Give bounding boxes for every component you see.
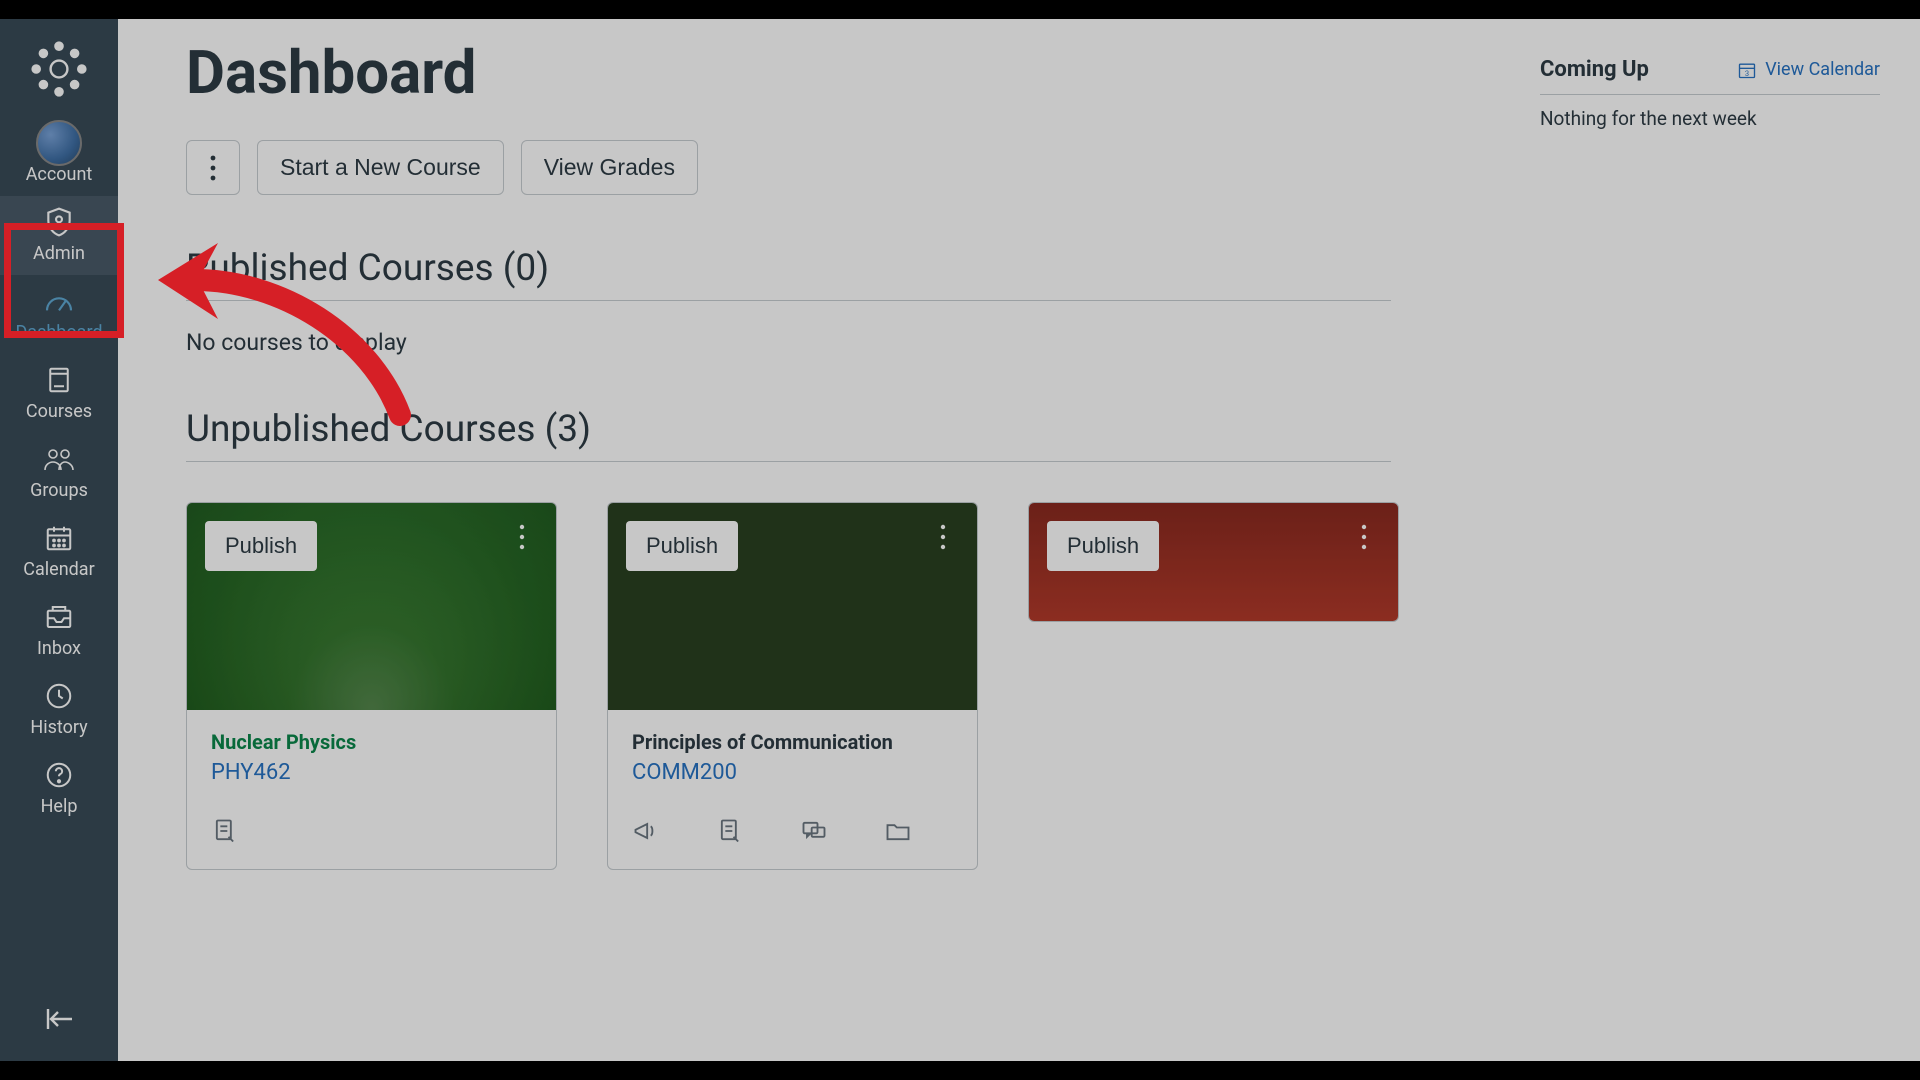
nav-inbox[interactable]: Inbox: [0, 591, 118, 670]
clock-icon: [44, 681, 74, 711]
nav-groups-label: Groups: [30, 480, 88, 501]
publish-button[interactable]: Publish: [626, 521, 738, 571]
nav-inbox-label: Inbox: [37, 638, 81, 659]
unpublished-courses-heading: Unpublished Courses (3): [186, 408, 1920, 451]
letterbox-bottom: [0, 1061, 1920, 1080]
nav-account-label: Account: [26, 164, 93, 185]
svg-text:3: 3: [1745, 68, 1749, 77]
nav-admin[interactable]: Admin: [0, 196, 118, 275]
course-card[interactable]: Publish Principles of Communication COMM…: [607, 502, 978, 870]
nav-collapse[interactable]: [0, 993, 118, 1049]
book-icon: [44, 365, 74, 395]
more-vertical-icon: [518, 523, 526, 551]
course-code[interactable]: PHY462: [211, 760, 532, 785]
course-code[interactable]: COMM200: [632, 760, 953, 785]
nav-groups[interactable]: Groups: [0, 433, 118, 512]
assignments-icon[interactable]: [211, 817, 239, 845]
nav-calendar-label: Calendar: [23, 559, 94, 580]
course-card-image: Publish: [187, 503, 556, 710]
view-grades-button[interactable]: View Grades: [521, 140, 698, 195]
main-content: Dashboard Start a New Course View Grades…: [118, 19, 1920, 1061]
discussions-icon[interactable]: [800, 817, 828, 845]
more-vertical-icon: [209, 154, 217, 182]
files-icon[interactable]: [884, 817, 912, 845]
shield-icon: [43, 207, 75, 237]
course-name[interactable]: Nuclear Physics: [211, 730, 532, 754]
speedometer-icon: [43, 286, 75, 316]
start-course-button[interactable]: Start a New Course: [257, 140, 504, 195]
dashboard-actions: Start a New Course View Grades: [186, 140, 1920, 195]
publish-button[interactable]: Publish: [1047, 521, 1159, 571]
nav-calendar[interactable]: Calendar: [0, 512, 118, 591]
view-calendar-link[interactable]: 3 View Calendar: [1737, 59, 1880, 80]
publish-button[interactable]: Publish: [205, 521, 317, 571]
course-card-options[interactable]: [923, 517, 963, 557]
letterbox-top: [0, 0, 1920, 19]
nav-dashboard-label: Dashboard: [15, 322, 102, 343]
inbox-icon: [44, 602, 74, 632]
view-calendar-label: View Calendar: [1765, 59, 1880, 80]
nav-history[interactable]: History: [0, 670, 118, 749]
published-courses-heading: Published Courses (0): [186, 247, 1920, 290]
course-card-options[interactable]: [1344, 517, 1384, 557]
course-card[interactable]: Publish Nuclear Physics PHY462: [186, 502, 557, 870]
nav-help-label: Help: [41, 796, 78, 817]
dashboard-options-button[interactable]: [186, 140, 240, 195]
nav-account[interactable]: Account: [0, 117, 118, 196]
avatar-icon: [36, 128, 82, 158]
coming-up-heading: Coming Up: [1540, 57, 1649, 82]
course-card-options[interactable]: [502, 517, 542, 557]
nav-admin-label: Admin: [33, 243, 85, 264]
coming-up-empty: Nothing for the next week: [1540, 107, 1880, 130]
course-name[interactable]: Principles of Communication: [632, 730, 953, 754]
nav-dashboard[interactable]: Dashboard: [0, 275, 118, 354]
calendar-small-icon: 3: [1737, 60, 1757, 80]
canvas-logo[interactable]: [29, 39, 89, 99]
calendar-icon: [44, 523, 74, 553]
assignments-icon[interactable]: [716, 817, 744, 845]
course-card-image: Publish: [608, 503, 977, 710]
coming-up-panel: Coming Up 3 View Calendar Nothing for th…: [1540, 57, 1880, 130]
section-divider: [186, 461, 1391, 462]
nav-history-label: History: [30, 717, 87, 738]
published-empty-message: No courses to display: [186, 329, 1920, 356]
course-card-image: Publish: [1029, 503, 1398, 621]
section-divider: [186, 300, 1391, 301]
nav-courses-label: Courses: [26, 401, 92, 422]
course-grid: Publish Nuclear Physics PHY462: [186, 502, 1920, 870]
more-vertical-icon: [1360, 523, 1368, 551]
nav-courses[interactable]: Courses: [0, 354, 118, 433]
people-icon: [42, 444, 76, 474]
question-icon: [44, 760, 74, 790]
course-card[interactable]: Publish: [1028, 502, 1399, 622]
more-vertical-icon: [939, 523, 947, 551]
announcements-icon[interactable]: [632, 817, 660, 845]
global-nav-sidebar: Account Admin Dashboard: [0, 19, 118, 1061]
nav-help[interactable]: Help: [0, 749, 118, 828]
